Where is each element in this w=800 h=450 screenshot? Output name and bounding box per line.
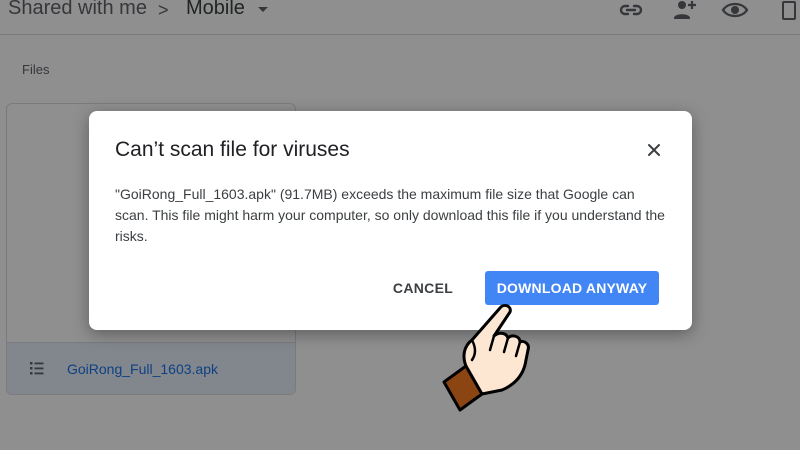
close-icon[interactable]	[643, 139, 665, 161]
pointing-hand-icon	[442, 303, 530, 412]
virus-scan-warning-dialog: Can’t scan file for viruses "GoiRong_Ful…	[89, 111, 692, 330]
dialog-title: Can’t scan file for viruses	[115, 138, 350, 161]
dialog-message: "GoiRong_Full_1603.apk" (91.7MB) exceeds…	[115, 186, 665, 244]
